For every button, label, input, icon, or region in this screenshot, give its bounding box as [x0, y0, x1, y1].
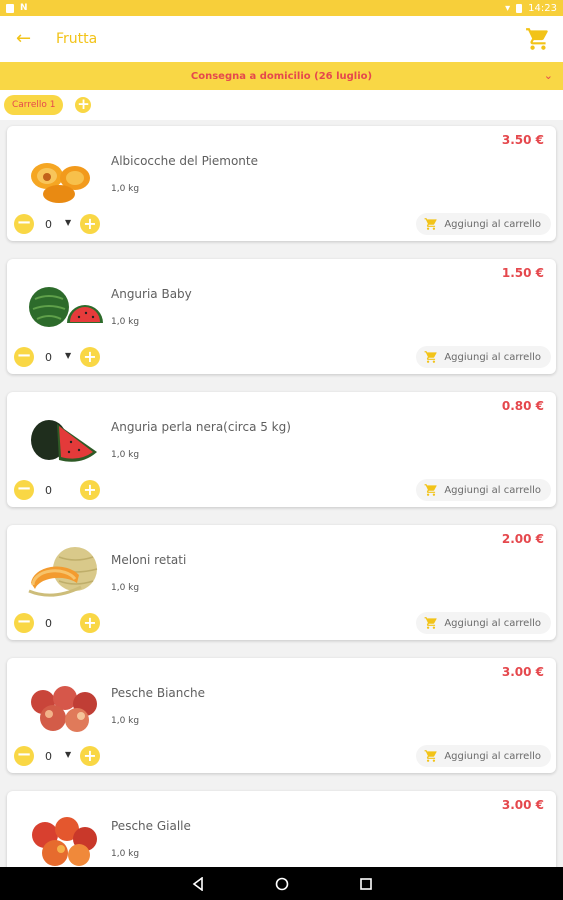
tab-cart-1[interactable]: Carrello 1	[4, 95, 64, 115]
quantity-dropdown-icon[interactable]: ▼	[65, 750, 71, 759]
sim-card-icon	[6, 3, 14, 13]
decrease-quantity-button[interactable]: −	[14, 613, 34, 633]
product-weight: 1,0 kg	[111, 716, 140, 726]
quantity-value: 0	[45, 617, 52, 630]
quantity-value: 0	[45, 218, 52, 231]
chevron-down-icon: ⌄	[543, 69, 553, 82]
add-to-cart-label: Aggiungi al carrello	[444, 750, 541, 762]
cart-icon	[424, 484, 437, 496]
delivery-selector[interactable]: Consegna a domicilio (26 luglio) ⌄	[0, 62, 563, 90]
product-weight: 1,0 kg	[111, 450, 140, 460]
add-cart-icon[interactable]: +	[75, 97, 92, 113]
product-price: 1.50 €	[501, 266, 544, 280]
back-arrow-icon[interactable]: ←	[16, 29, 36, 49]
quantity-value: 0	[45, 750, 52, 763]
quantity-dropdown-icon[interactable]: ▼	[65, 218, 71, 227]
white-peaches-image	[31, 686, 97, 732]
decrease-quantity-button[interactable]: −	[14, 480, 34, 500]
increase-quantity-button[interactable]: +	[80, 214, 100, 234]
quantity-dropdown-icon[interactable]: ▼	[65, 351, 71, 360]
cart-icon	[424, 750, 437, 762]
recents-nav-icon[interactable]	[359, 877, 373, 891]
product-name: Anguria Baby	[111, 287, 192, 301]
decrease-quantity-button[interactable]: −	[14, 746, 34, 766]
page-title: Frutta	[56, 31, 98, 47]
increase-quantity-button[interactable]: +	[80, 480, 100, 500]
watermelon-black-image	[31, 420, 97, 462]
wifi-icon: ▾	[505, 2, 511, 14]
clock-time: 14:23	[528, 2, 557, 14]
app-bar: ← Frutta	[0, 16, 563, 62]
decrease-quantity-button[interactable]: −	[14, 214, 34, 234]
increase-quantity-button[interactable]: +	[80, 347, 100, 367]
product-weight: 1,0 kg	[111, 317, 140, 327]
product-price: 3.00 €	[501, 798, 544, 812]
yellow-peaches-image	[32, 817, 97, 866]
add-to-cart-button[interactable]: Aggiungi al carrello	[416, 213, 551, 235]
product-price: 3.00 €	[501, 665, 544, 679]
quantity-value: 0	[45, 484, 52, 497]
product-name: Anguria perla nera(circa 5 kg)	[111, 420, 291, 434]
product-price: 2.00 €	[501, 532, 544, 546]
increase-quantity-button[interactable]: +	[80, 746, 100, 766]
add-to-cart-label: Aggiungi al carrello	[444, 218, 541, 230]
add-to-cart-button[interactable]: Aggiungi al carrello	[416, 346, 551, 368]
back-nav-icon[interactable]	[191, 876, 205, 891]
cart-tabs: Carrello 1 +	[0, 90, 563, 120]
add-to-cart-button[interactable]: Aggiungi al carrello	[416, 479, 551, 501]
notification-icon: N	[20, 3, 28, 13]
delivery-text: Consegna a domicilio (26 luglio)	[190, 70, 373, 82]
product-list: Albicocche del Piemonte 1,0 kg 3.50 € − …	[0, 120, 563, 867]
add-to-cart-label: Aggiungi al carrello	[444, 351, 541, 363]
watermelon-baby-image	[29, 287, 103, 327]
product-weight: 1,0 kg	[111, 184, 140, 194]
increase-quantity-button[interactable]: +	[80, 613, 100, 633]
product-weight: 1,0 kg	[111, 583, 140, 593]
product-name: Pesche Gialle	[111, 819, 191, 833]
cart-icon	[424, 617, 437, 629]
product-price: 3.50 €	[501, 133, 544, 147]
product-weight: 1,0 kg	[111, 849, 140, 859]
add-to-cart-button[interactable]: Aggiungi al carrello	[416, 745, 551, 767]
home-nav-icon[interactable]	[275, 877, 289, 891]
product-card: Meloni retati 1,0 kg 2.00 € − 0 + Aggiun…	[7, 525, 556, 640]
apricots-image	[31, 163, 90, 203]
product-name: Meloni retati	[111, 553, 187, 567]
product-card: Anguria perla nera(circa 5 kg) 1,0 kg 0.…	[7, 392, 556, 507]
add-to-cart-label: Aggiungi al carrello	[444, 484, 541, 496]
product-name: Pesche Bianche	[111, 686, 205, 700]
add-to-cart-label: Aggiungi al carrello	[444, 617, 541, 629]
product-card: Anguria Baby 1,0 kg 1.50 € − 0 ▼ + Aggiu…	[7, 259, 556, 374]
cart-icon	[424, 218, 437, 230]
quantity-value: 0	[45, 351, 52, 364]
add-to-cart-button[interactable]: Aggiungi al carrello	[416, 612, 551, 634]
product-name: Albicocche del Piemonte	[111, 154, 258, 168]
system-nav-bar	[0, 867, 563, 900]
product-card: Pesche Bianche 1,0 kg 3.00 € − 0 ▼ + Agg…	[7, 658, 556, 773]
product-card: Pesche Gialle 1,0 kg 3.00 €	[7, 791, 556, 867]
cart-icon	[424, 351, 437, 363]
product-price: 0.80 €	[501, 399, 544, 413]
product-card: Albicocche del Piemonte 1,0 kg 3.50 € − …	[7, 126, 556, 241]
battery-icon	[516, 3, 523, 13]
melon-image	[28, 547, 98, 597]
shopping-cart-icon[interactable]	[525, 26, 551, 52]
status-bar: N ▾ 14:23	[0, 0, 563, 16]
decrease-quantity-button[interactable]: −	[14, 347, 34, 367]
